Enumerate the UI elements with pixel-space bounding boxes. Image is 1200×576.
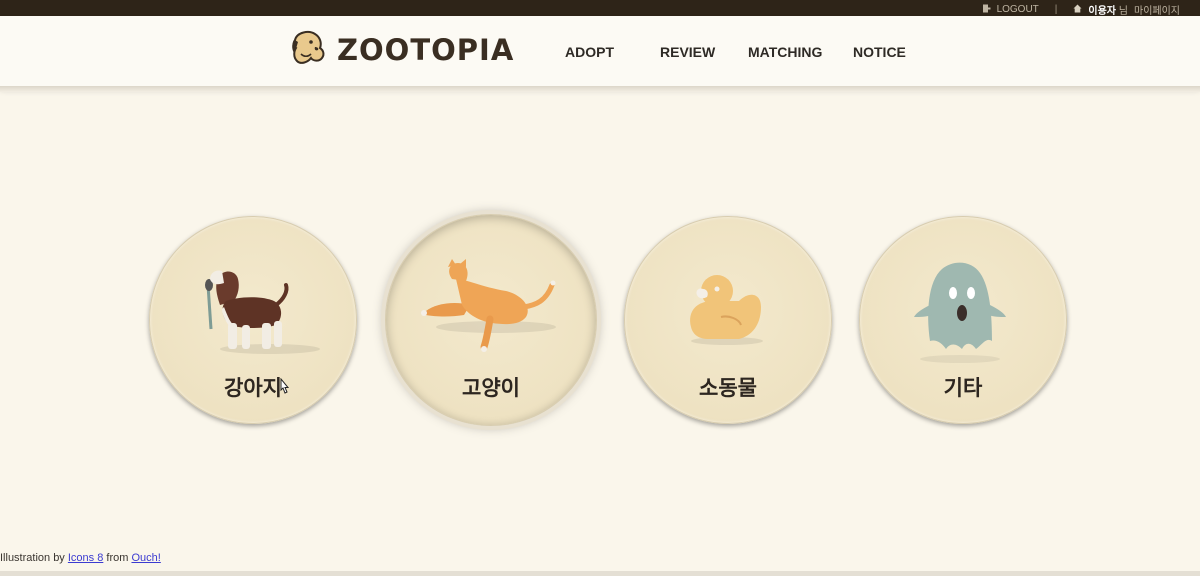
category-dog-card[interactable]: 강아지 (149, 216, 357, 424)
mypage-link[interactable]: 마이페이지 (1134, 2, 1180, 17)
top-utility-bar: LOGOUT | 이용자 님 마이페이지 (0, 0, 1200, 17)
topbar-separator: | (1054, 4, 1058, 15)
ouch-link[interactable]: Ouch! (131, 552, 160, 564)
category-label: 고양이 (462, 376, 520, 400)
door-icon (982, 4, 991, 15)
footer-credit: Illustration by Icons 8 from Ouch! (0, 552, 161, 564)
nav-notice[interactable]: NOTICE (853, 44, 906, 60)
category-label: 소동물 (699, 376, 757, 400)
icons8-link[interactable]: Icons 8 (68, 552, 103, 564)
nav-review[interactable]: REVIEW (660, 44, 715, 60)
top-utility-links: LOGOUT | 이용자 님 마이페이지 (982, 2, 1180, 17)
dog-head-icon (289, 28, 329, 72)
category-cat-card[interactable]: 고양이 (385, 214, 597, 426)
logo-text: ZOOTOPIA (337, 33, 515, 67)
category-other-card[interactable]: 기타 (859, 216, 1067, 424)
category-smallpet-card[interactable]: 소동물 (624, 216, 832, 424)
home-icon (1073, 4, 1082, 15)
nav-matching[interactable]: MATCHING (748, 44, 822, 60)
nav-adopt[interactable]: ADOPT (565, 44, 614, 60)
bottom-divider (0, 571, 1200, 576)
logo[interactable]: ZOOTOPIA (289, 28, 514, 72)
pointer-cursor-icon (280, 378, 290, 394)
category-label: 기타 (943, 376, 983, 400)
user-greeting: 이용자 님 (1088, 2, 1128, 17)
header-shadow-band (0, 86, 1200, 92)
logout-link[interactable]: LOGOUT (997, 4, 1039, 15)
site-header: ZOOTOPIA ADOPT REVIEW MATCHING NOTICE (0, 16, 1200, 86)
footer-prefix: Illustration by (0, 552, 65, 564)
category-label: 강아지 (224, 376, 282, 400)
footer-middle: from (106, 552, 129, 564)
